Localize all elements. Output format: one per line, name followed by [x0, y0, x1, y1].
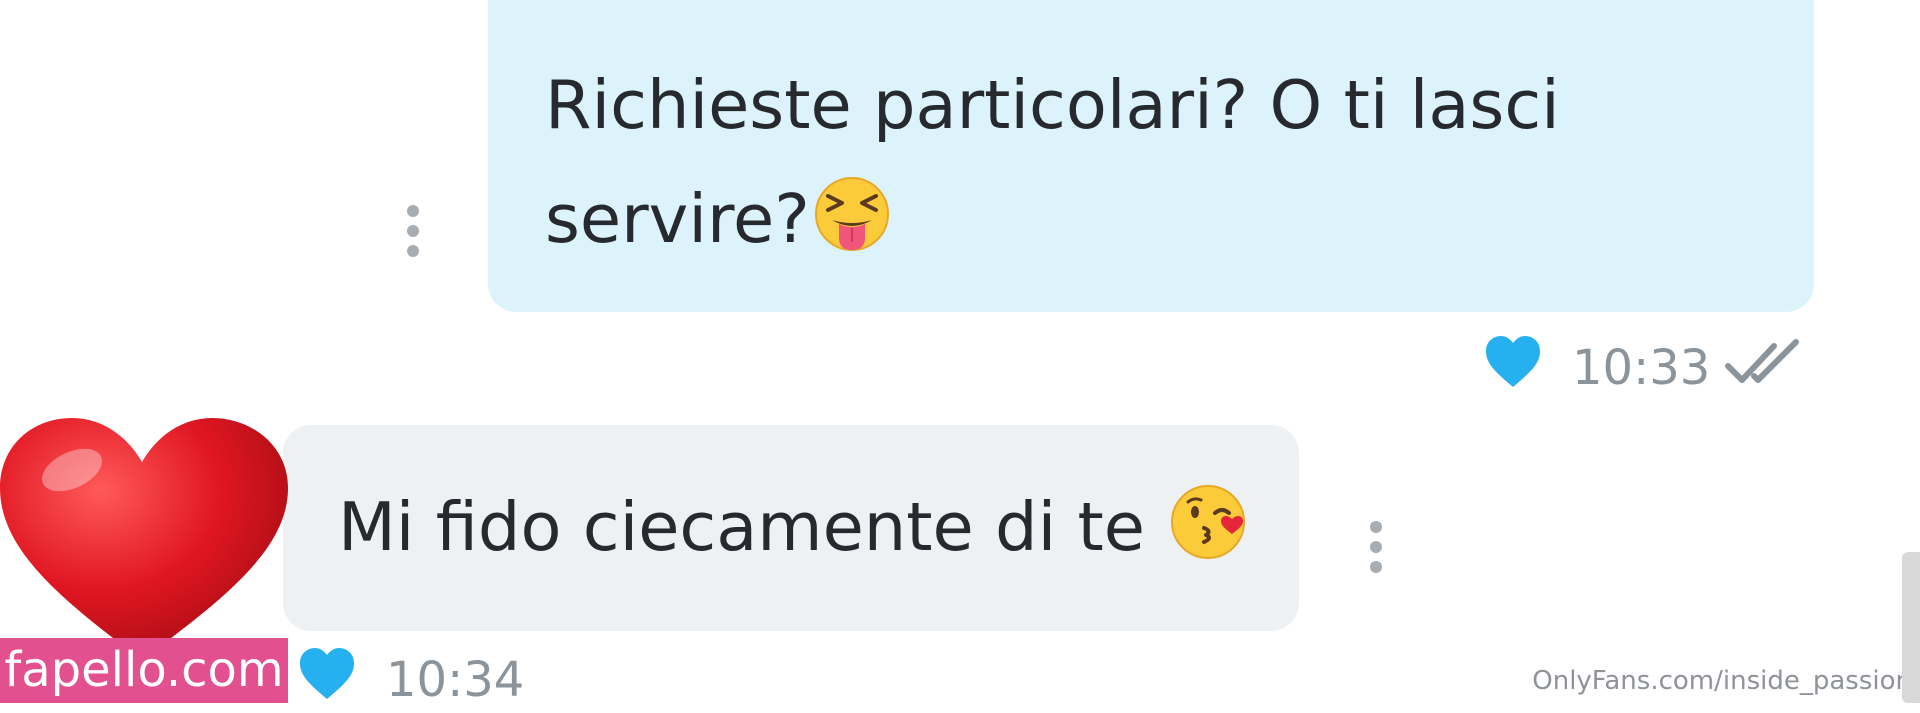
outgoing-message-line1: Richieste particolari? O ti lasci	[545, 66, 1560, 144]
outgoing-message-text: Richieste particolari? O ti lasci servir…	[545, 48, 1605, 276]
read-double-check-icon	[1724, 336, 1808, 400]
watermark-text: OnlyFans.com/inside_passion	[1532, 666, 1912, 696]
face-blowing-a-kiss-icon	[1168, 482, 1248, 562]
message-timestamp: 10:33	[1572, 340, 1711, 396]
outgoing-message-meta: 10:33	[1484, 335, 1808, 401]
incoming-message-line: Mi fido ciecamente di te	[338, 488, 1145, 566]
incoming-message-meta: 10:34	[298, 647, 525, 713]
like-heart-icon[interactable]	[298, 647, 356, 713]
message-timestamp: 10:34	[386, 652, 525, 708]
incoming-message-text: Mi fido ciecamente di te	[338, 482, 1248, 572]
dot-icon	[407, 245, 419, 257]
dot-icon	[1370, 561, 1382, 573]
scrollbar-thumb[interactable]	[1902, 552, 1920, 703]
message-options-button[interactable]	[1369, 521, 1383, 573]
squinting-face-with-tongue-icon	[812, 174, 892, 254]
outgoing-message-line2: servire?	[545, 180, 810, 258]
message-options-button[interactable]	[406, 205, 420, 257]
dot-icon	[1370, 541, 1382, 553]
dot-icon	[1370, 521, 1382, 533]
brand-badge[interactable]: fapello.com	[0, 638, 288, 703]
like-heart-icon[interactable]	[1484, 335, 1542, 401]
red-heart-icon	[0, 410, 302, 670]
dot-icon	[407, 205, 419, 217]
dot-icon	[407, 225, 419, 237]
